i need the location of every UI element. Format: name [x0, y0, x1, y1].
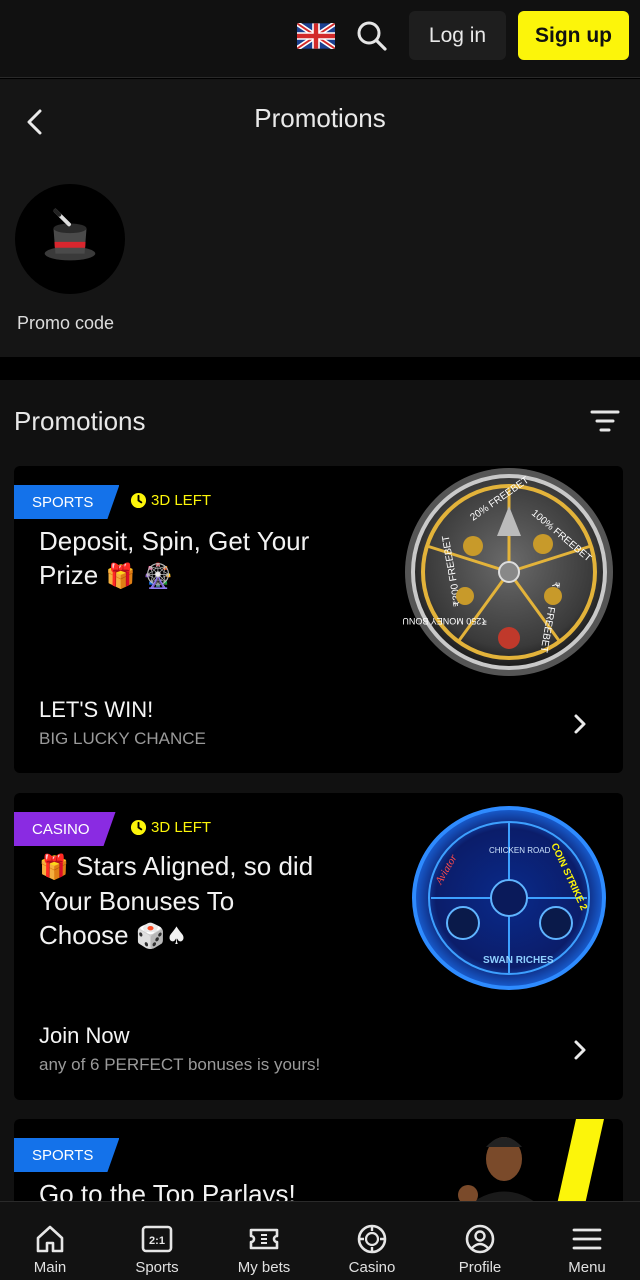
- promo-code-label: Promo code: [17, 313, 115, 333]
- promo-card[interactable]: CASINO 3D LEFT 🎁 Stars Aligned, so did Y…: [14, 793, 623, 1100]
- sports-icon: 2:1: [141, 1225, 173, 1253]
- chevron-right-icon[interactable]: [571, 712, 589, 736]
- page-title: Promotions: [254, 103, 386, 133]
- nav-profile[interactable]: Profile: [430, 1202, 530, 1280]
- bottom-nav: Main 2:1 Sports My bets Casino Profile M…: [0, 1201, 640, 1280]
- nav-casino[interactable]: Casino: [322, 1202, 422, 1280]
- title-emoji-prefix: 🎁: [39, 853, 69, 881]
- nav-label: Menu: [568, 1259, 606, 1276]
- page-header: Promotions Promo code: [0, 79, 640, 357]
- card-title-text: Deposit, Spin, Get Your Prize: [39, 526, 310, 590]
- card-title: 🎁 Stars Aligned, so did Your Bonuses To …: [39, 849, 319, 953]
- nav-label: Sports: [135, 1259, 179, 1276]
- search-icon[interactable]: [354, 18, 390, 54]
- home-icon: [36, 1225, 64, 1253]
- nav-menu[interactable]: Menu: [537, 1202, 637, 1280]
- card-subtitle: any of 6 PERFECT bonuses is yours!: [39, 1055, 321, 1074]
- title-emojis: 🎲♠: [135, 922, 188, 950]
- svg-text:2:1: 2:1: [149, 1235, 165, 1247]
- tag-casino: CASINO: [14, 812, 116, 846]
- time-left-text: 3D LEFT: [151, 492, 212, 509]
- time-left: 3D LEFT: [130, 492, 211, 509]
- time-left-text: 3D LEFT: [151, 819, 212, 836]
- card-title: Deposit, Spin, Get Your Prize 🎁 🎡: [39, 524, 329, 593]
- uk-flag-icon[interactable]: [297, 23, 335, 49]
- casino-chip-icon: [357, 1224, 387, 1254]
- card-cta: LET'S WIN!: [39, 697, 154, 722]
- chevron-right-icon[interactable]: [571, 1038, 589, 1062]
- magic-hat-icon: [44, 208, 96, 261]
- top-bar: Log in Sign up: [0, 0, 640, 78]
- login-button[interactable]: Log in: [409, 11, 506, 60]
- neon-wheel-image: CHICKEN ROAD COIN STRIKE 2 SWAN RICHES A…: [412, 806, 606, 990]
- nav-my-bets[interactable]: My bets: [214, 1202, 314, 1280]
- nav-label: Casino: [348, 1259, 396, 1276]
- tag-sports: SPORTS: [14, 1138, 119, 1172]
- profile-icon: [465, 1224, 495, 1254]
- filter-icon[interactable]: [589, 408, 621, 436]
- tag-sports: SPORTS: [14, 485, 119, 519]
- nav-label: Profile: [458, 1259, 502, 1276]
- ticket-icon: [249, 1228, 279, 1250]
- promo-card[interactable]: SPORTS 3D LEFT Deposit, Spin, Get Your P…: [14, 466, 623, 773]
- title-emojis: 🎁 🎡: [105, 562, 173, 590]
- nav-label: Main: [33, 1259, 67, 1276]
- nav-main[interactable]: Main: [0, 1202, 100, 1280]
- clock-icon: [130, 492, 147, 509]
- promo-card[interactable]: SPORTS Go to the Top Parlays!: [14, 1119, 623, 1210]
- prize-wheel-image: 20% FREEBET 100% FREEBET ₹250 FREEBET ₹2…: [403, 468, 613, 676]
- menu-icon: [572, 1228, 602, 1250]
- nav-sports[interactable]: 2:1 Sports: [107, 1202, 207, 1280]
- wheel-label: SWAN RICHES: [483, 955, 554, 966]
- nav-label: My bets: [237, 1259, 291, 1276]
- signup-button[interactable]: Sign up: [518, 11, 629, 60]
- wheel-label: CHICKEN ROAD: [489, 846, 551, 855]
- card-cta: Join Now: [39, 1023, 130, 1048]
- wheel-label: ₹250 MONEY BONUS: [403, 616, 487, 626]
- card-subtitle: BIG LUCKY CHANCE: [39, 729, 206, 748]
- section-title: Promotions: [14, 406, 146, 436]
- promo-code-button[interactable]: [15, 184, 125, 294]
- player-image: [458, 1119, 604, 1209]
- promotions-section: Promotions SPORTS 3D LEFT Deposit, Spin,…: [0, 380, 640, 1210]
- time-left: 3D LEFT: [130, 819, 211, 836]
- clock-icon: [130, 819, 147, 836]
